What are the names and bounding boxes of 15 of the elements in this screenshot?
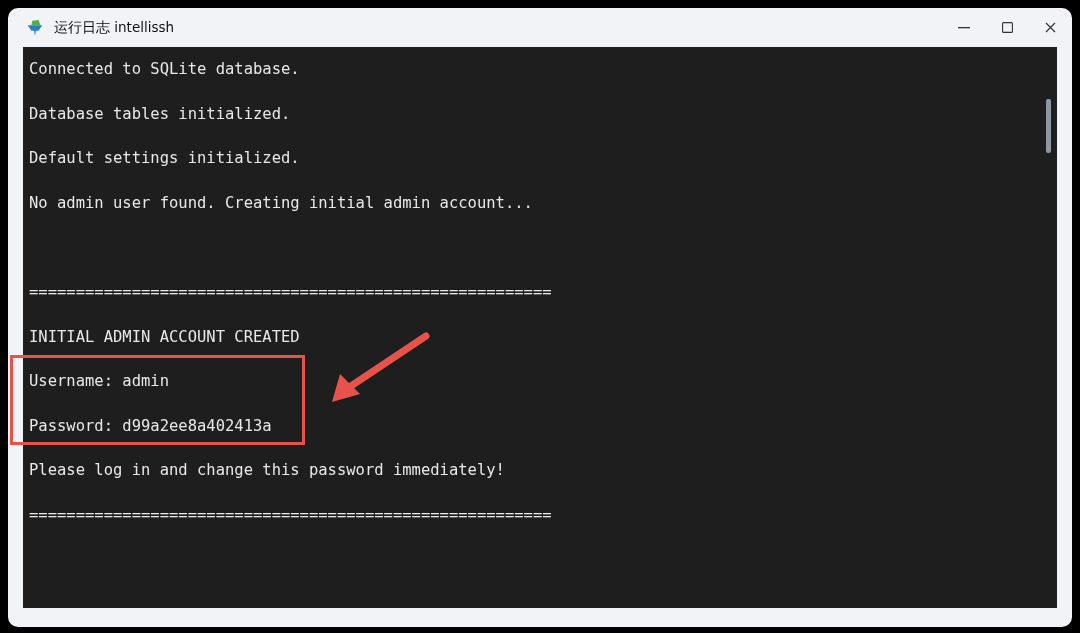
log-line: Database tables initialized. (29, 103, 291, 125)
scrollbar-thumb[interactable] (1046, 99, 1051, 153)
log-line: No admin user found. Creating initial admin account... (29, 192, 533, 214)
window-title: 运行日志 intellissh (54, 18, 175, 37)
log-line: Default settings initialized. (29, 148, 300, 170)
log-line: Password: d99a2ee8a402413a (29, 415, 272, 437)
close-icon[interactable] (1045, 22, 1056, 33)
maximize-icon[interactable] (1002, 22, 1013, 33)
log-line: ======================================================== (29, 504, 552, 526)
log-line: Connected to SQLite database. (29, 59, 300, 80)
log-line: Please log in and change this password immediately! (29, 460, 505, 482)
log-line: INITIAL ADMIN ACCOUNT CREATED (29, 326, 300, 348)
log-line: ======================================================== (29, 281, 552, 303)
minimize-icon[interactable] (958, 26, 970, 29)
log-line: Username: admin (29, 371, 169, 393)
